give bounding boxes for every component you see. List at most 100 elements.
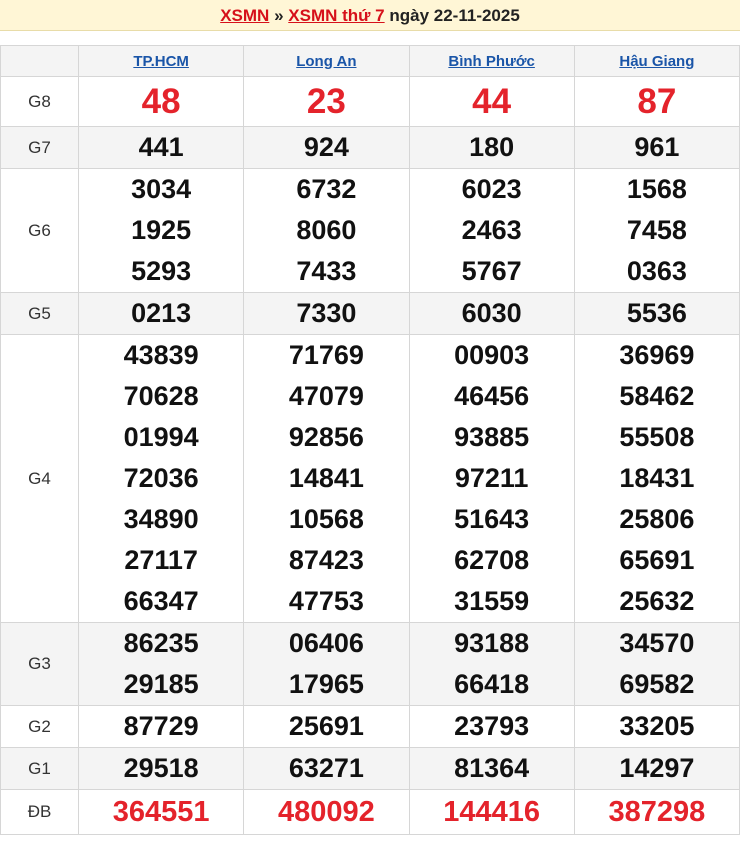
prize-row-g8: G8 48 23 44 87 [0,76,740,127]
prize-cell: 87 [573,76,740,127]
prize-number: 66347 [123,586,199,616]
prize-row-g6: G6 3034 1925 5293 6732 8060 7433 6023 2463 5767 15… [0,168,740,293]
results-header: XSMN » XSMN thứ 7 ngày 22-11-2025 [0,0,740,31]
prize-number: 47753 [288,586,364,616]
prize-cell: 924 [243,126,410,169]
xsmn-saturday-link[interactable]: XSMN thứ 7 [288,6,384,25]
prize-cell: 364551 [77,789,245,835]
prize-number: 70628 [123,381,199,411]
prize-number: 93885 [454,422,530,452]
prize-cell: 48 [77,76,245,127]
prize-number: 5767 [461,256,522,286]
prize-number: 23793 [454,711,530,741]
prize-row-g7: G7 441 924 180 961 [0,126,740,169]
prize-number: 480092 [277,795,375,828]
prize-number: 29518 [123,753,199,783]
prize-number: 46456 [454,381,530,411]
prize-number: 00903 [454,340,530,370]
prize-row-g5: G5 0213 7330 6030 5536 [0,292,740,335]
prize-cell: 144416 [408,789,575,835]
prize-cell: 480092 [243,789,410,835]
breadcrumb-separator: » [274,6,284,25]
prize-number: 43839 [123,340,199,370]
prize-row-g2: G2 87729 25691 23793 33205 [0,705,740,748]
province-link[interactable]: Long An [296,53,356,70]
province-header: Long An [243,45,410,77]
prize-cell: 71769 47079 92856 14841 10568 87423 47753 [243,334,410,623]
prize-label: G3 [0,622,79,706]
prize-number: 17965 [288,669,364,699]
prize-number: 144416 [443,795,541,828]
prize-number: 961 [634,132,680,162]
prize-cell: 5536 [573,292,740,335]
prize-number: 65691 [619,545,695,575]
prize-number: 93188 [454,628,530,658]
prize-number: 6732 [296,174,357,204]
province-header-row: TP.HCM Long An Bình Phước Hậu Giang [0,45,740,77]
prize-number: 87423 [288,545,364,575]
prize-cell: 25691 [243,705,410,748]
prize-number: 8060 [296,215,357,245]
prize-row-g1: G1 29518 63271 81364 14297 [0,747,740,790]
province-link[interactable]: Hậu Giang [619,53,694,70]
prize-number: 5536 [626,298,687,328]
prize-number: 72036 [123,463,199,493]
prize-number: 5293 [131,256,192,286]
prize-cell: 81364 [408,747,575,790]
prize-number: 55508 [619,422,695,452]
prize-number: 58462 [619,381,695,411]
prize-number: 7458 [626,215,687,245]
prize-cell: 93188 66418 [408,622,575,706]
prize-label: G4 [0,334,79,623]
prize-cell: 43839 70628 01994 72036 34890 27117 66347 [77,334,245,623]
prize-number: 62708 [454,545,530,575]
prize-number: 6030 [461,298,522,328]
prize-cell: 0213 [77,292,245,335]
xsmn-link[interactable]: XSMN [220,6,269,25]
prize-number: 1925 [131,215,192,245]
prize-cell: 6023 2463 5767 [408,168,575,293]
prize-number: 180 [469,132,515,162]
prize-number: 63271 [288,753,364,783]
prize-body: G8 48 23 44 87 G7 441 924 180 961 G6 3034 1925 5293 67… [0,76,740,835]
prize-label: ĐB [0,789,79,835]
prize-number: 25806 [619,504,695,534]
prize-cell: 387298 [573,789,740,835]
prize-number: 2463 [461,215,522,245]
prize-number: 23 [306,82,346,121]
prize-number: 34570 [619,628,695,658]
prize-cell: 441 [77,126,245,169]
prize-number: 441 [138,132,184,162]
prize-number: 34890 [123,504,199,534]
prize-row-g4: G4 43839 70628 01994 72036 34890 27117 66347 717… [0,334,740,623]
prize-cell: 87729 [77,705,245,748]
prize-row-đb: ĐB 364551 480092 144416 387298 [0,789,740,835]
prize-cell: 34570 69582 [573,622,740,706]
prize-number: 36969 [619,340,695,370]
province-link[interactable]: Bình Phước [448,53,535,70]
prize-cell: 33205 [573,705,740,748]
prize-number: 81364 [454,753,530,783]
prize-cell: 180 [408,126,575,169]
prize-number: 06406 [288,628,364,658]
prize-number: 387298 [608,795,706,828]
prize-number: 86235 [123,628,199,658]
prize-number: 97211 [454,463,529,493]
results-table: TP.HCM Long An Bình Phước Hậu Giang G8 48… [0,45,740,835]
prize-cell: 06406 17965 [243,622,410,706]
prize-label: G1 [0,747,79,790]
prize-cell: 6030 [408,292,575,335]
prize-label: G7 [0,126,79,169]
prize-number: 7330 [296,298,357,328]
prize-number: 47079 [288,381,364,411]
prize-number: 01994 [123,422,199,452]
prize-number: 924 [303,132,349,162]
prize-number: 31559 [454,586,530,616]
province-link[interactable]: TP.HCM [133,53,189,70]
prize-cell: 44 [408,76,575,127]
prize-cell: 14297 [573,747,740,790]
prize-number: 29185 [123,669,199,699]
prize-cell: 29518 [77,747,245,790]
prize-number: 1568 [626,174,687,204]
prize-cell: 961 [573,126,740,169]
